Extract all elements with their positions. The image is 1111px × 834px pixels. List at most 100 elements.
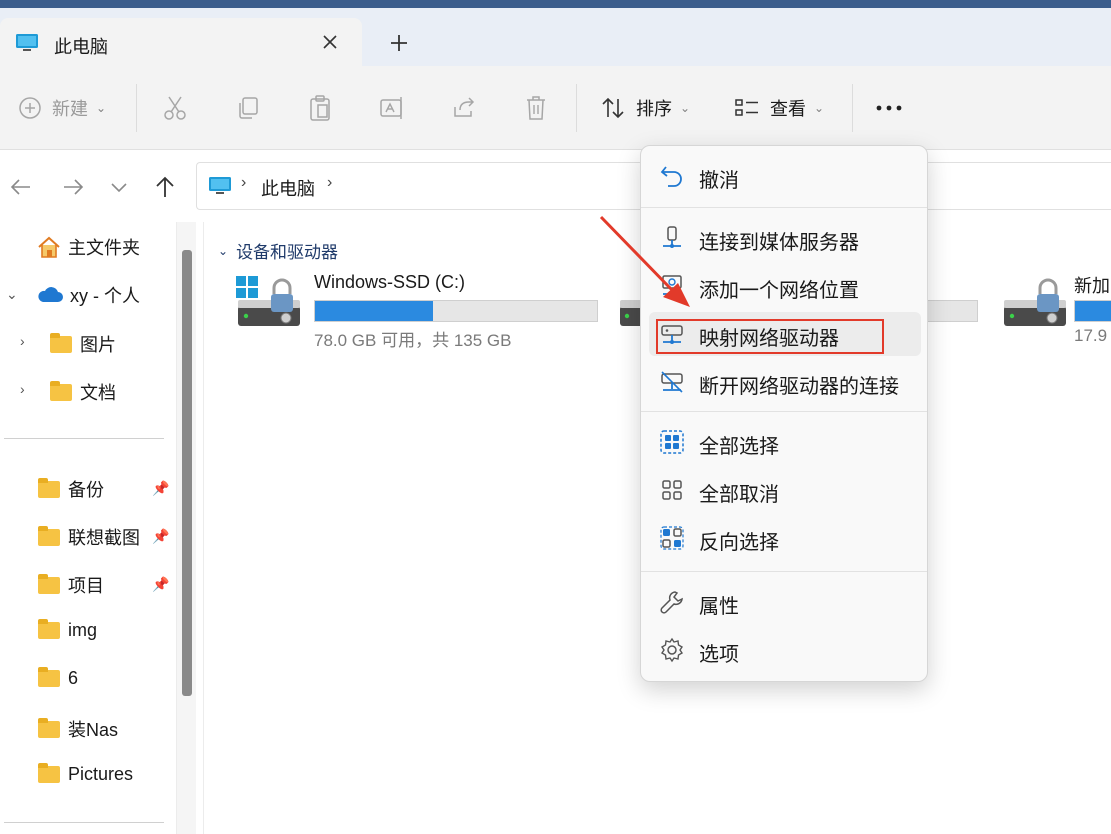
breadcrumb-this-pc[interactable]: 此电脑 [261,175,315,201]
folder-icon [50,380,72,401]
sort-button[interactable]: 排序 ⌄ [600,88,690,128]
folder-icon [38,763,60,783]
tab-this-pc[interactable]: 此电脑 [0,18,362,68]
breadcrumb-separator[interactable]: › [327,174,332,192]
more-options-menu: 撤消 连接到媒体服务器 添加一个网络位置 映射网络驱动器 断开网络驱动器的连接 … [640,145,928,682]
new-label: 新建 [52,99,88,119]
sidebar-item-home[interactable]: 主文件夹 [36,234,140,260]
sidebar-item-label: Pictures [68,764,134,784]
toolbar-divider [136,84,137,132]
chevron-right-icon[interactable]: › [20,381,25,397]
pin-icon[interactable]: 📌 [152,480,169,497]
drive-name: 新加 [1074,276,1110,296]
view-button[interactable]: 查看 ⌄ [734,88,824,128]
folder-icon [38,667,60,687]
sidebar-divider [4,438,164,439]
drive-space-info: 78.0 GB 可用，共 135 GB [314,331,512,350]
recent-locations-icon[interactable] [106,174,132,200]
new-button[interactable]: 新建 ⌄ [18,88,106,128]
chevron-down-icon: ⌄ [96,101,107,115]
menu-item-add-network-location[interactable]: 添加一个网络位置 [649,264,921,308]
drive-lock-icon [1004,278,1066,326]
breadcrumb-separator[interactable]: › [241,174,246,192]
highlight-box [656,319,884,354]
sidebar-item-label: 装Nas [68,720,119,740]
paste-icon[interactable] [307,88,333,128]
sidebar-item-onedrive[interactable]: xy - 个人 [36,282,140,308]
chevron-down-icon[interactable]: ⌄ [6,286,18,303]
monitor-icon [208,176,232,201]
menu-item-undo[interactable]: 撤消 [649,154,921,198]
disconnect-drive-icon [659,369,685,395]
chevron-right-icon[interactable]: › [20,333,25,349]
close-tab-icon[interactable] [318,30,342,54]
plus-circle-icon [19,97,41,119]
drive-usage-bar [314,300,598,322]
view-label: 查看 [770,99,806,119]
sidebar-item-pinned[interactable]: 联想截图 [38,524,140,550]
folder-icon [38,619,60,639]
pin-icon[interactable]: 📌 [152,576,169,593]
sidebar-item-pinned[interactable]: 装Nas [38,716,118,742]
wrench-icon [659,589,685,615]
tab-title: 此电脑 [54,37,108,57]
sidebar-item-pinned[interactable]: Pictures [38,763,134,785]
menu-item-select-none[interactable]: 全部取消 [649,468,921,512]
pin-icon[interactable]: 📌 [152,528,169,545]
delete-icon[interactable] [523,88,549,128]
drive-usage-bar [1074,300,1111,322]
forward-arrow-icon[interactable] [60,174,86,200]
window-edge [0,0,1111,8]
sidebar-item-label: img [68,620,98,640]
select-none-icon [659,477,685,503]
folder-icon [38,573,60,594]
menu-item-invert-selection[interactable]: 反向选择 [649,516,921,560]
drive-name: Windows-SSD (C:) [314,272,466,292]
back-arrow-icon[interactable] [8,174,34,200]
menu-item-disconnect-network-drive[interactable]: 断开网络驱动器的连接 [649,360,921,404]
more-options-icon[interactable] [875,88,903,128]
sidebar-item-pinned[interactable]: img [38,619,98,641]
cut-icon[interactable] [162,88,188,128]
menu-separator [641,207,927,208]
select-all-icon [659,429,685,455]
menu-item-options[interactable]: 选项 [649,628,921,672]
invert-selection-icon [659,525,685,551]
sort-icon [602,97,624,119]
copy-icon[interactable] [235,88,261,128]
menu-item-label: 选项 [699,644,739,666]
sidebar-item-pinned[interactable]: 项目 [38,572,104,598]
folder-icon [38,477,60,498]
menu-item-label: 全部取消 [699,484,779,506]
menu-separator [641,571,927,572]
up-arrow-icon[interactable] [152,174,178,200]
command-bar: 新建 ⌄ 排序 ⌄ 查看 ⌄ [0,66,1111,150]
drive-item[interactable]: Windows-SSD (C:) 78.0 GB 可用，共 135 GB [234,270,604,350]
folder-icon [50,332,72,353]
home-icon [38,236,60,258]
drive-item[interactable]: 新加 17.9 [1000,270,1111,350]
rename-icon[interactable] [379,88,407,128]
share-icon[interactable] [451,88,477,128]
group-header[interactable]: ⌄ 设备和驱动器 [218,238,338,263]
sidebar-item-documents[interactable]: 文档 [50,379,116,405]
title-bar: 此电脑 [0,0,1111,68]
menu-item-select-all[interactable]: 全部选择 [649,420,921,464]
drive-usage-fill [315,301,434,321]
navigation-pane: 主文件夹 ⌄ xy - 个人 › 图片 › 文档 备份 📌 联想截图 📌 项目 … [0,222,196,834]
sidebar-item-pinned[interactable]: 备份 [38,476,104,502]
menu-item-label: 撤消 [699,170,739,192]
sidebar-scroll-thumb[interactable] [182,250,192,696]
toolbar-divider [852,84,853,132]
sidebar-item-label: 备份 [68,480,104,500]
sidebar-item-pictures[interactable]: 图片 [50,331,116,357]
cloud-icon [38,287,63,302]
view-icon [735,99,758,116]
menu-item-properties[interactable]: 属性 [649,580,921,624]
new-tab-icon[interactable] [386,30,412,56]
sidebar-item-label: 文档 [80,383,116,403]
sidebar-item-label: 主文件夹 [68,238,140,258]
sidebar-item-pinned[interactable]: 6 [38,667,78,689]
drive-usage-fill [1075,301,1111,321]
menu-item-media-server[interactable]: 连接到媒体服务器 [649,216,921,260]
